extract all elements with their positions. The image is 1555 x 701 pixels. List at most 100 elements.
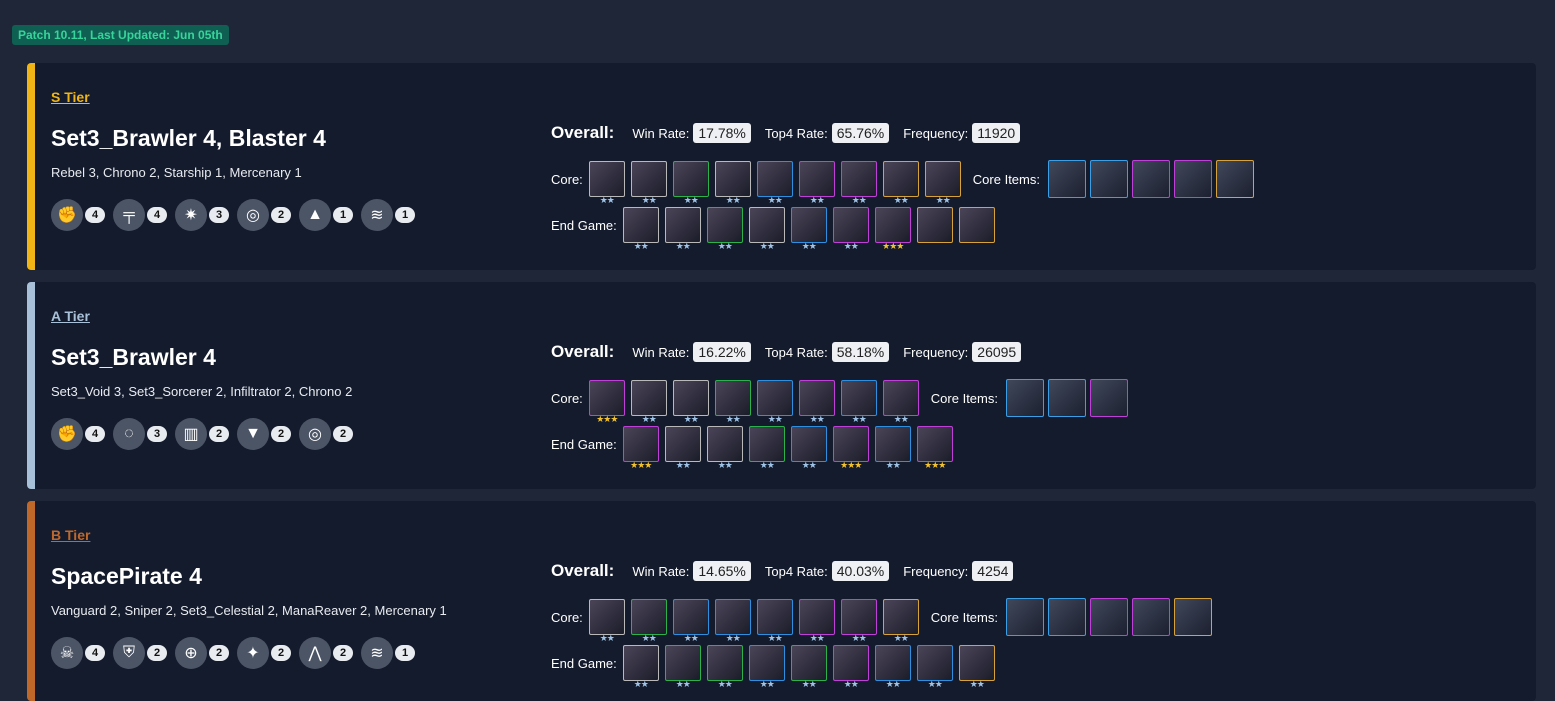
champion-portrait[interactable]: ★★ (790, 645, 827, 689)
champion-portrait[interactable]: ★★ (630, 161, 667, 205)
trait-badge[interactable]: ⛨ 2 (113, 637, 167, 669)
tier-link[interactable]: A Tier (51, 308, 90, 324)
champion-portrait[interactable]: ★★ (672, 380, 709, 424)
champion-portrait[interactable]: ★★★ (588, 380, 625, 424)
core-item-portrait[interactable] (1215, 160, 1254, 198)
core-label: Core: (551, 390, 583, 406)
core-item-portrait[interactable] (1173, 598, 1212, 636)
star-rating: ★★ (801, 679, 817, 689)
champion-portrait[interactable]: ★★ (630, 599, 667, 643)
champion-portrait[interactable]: ★★★ (916, 426, 953, 470)
champion-portrait[interactable]: ★★ (840, 380, 877, 424)
champion-portrait[interactable]: ★★ (882, 380, 919, 424)
trait-badge[interactable]: ▼ 2 (237, 418, 291, 450)
trait-badge[interactable]: ⋀ 2 (299, 637, 353, 669)
champion-portrait[interactable]: ★★ (756, 599, 793, 643)
core-item-portrait[interactable] (1173, 160, 1212, 198)
star-rating: ★★ (767, 195, 783, 205)
champion-portrait[interactable]: ★★ (840, 161, 877, 205)
champion-portrait[interactable]: ★★ (832, 207, 869, 251)
star-rating: ★★ (893, 195, 909, 205)
champion-portrait[interactable]: ★★ (714, 599, 751, 643)
champion-portrait[interactable] (916, 207, 953, 243)
trait-badge[interactable]: ◎ 2 (299, 418, 353, 450)
champion-portrait[interactable]: ★★ (706, 426, 743, 470)
champion-portrait[interactable]: ★★ (874, 426, 911, 470)
star-rating: ★★ (809, 414, 825, 424)
champion-portrait[interactable]: ★★ (756, 161, 793, 205)
tier-link[interactable]: B Tier (51, 527, 90, 543)
champion-portrait[interactable]: ★★ (706, 645, 743, 689)
champion-portrait[interactable]: ★★ (622, 645, 659, 689)
champion-portrait[interactable] (958, 207, 995, 243)
trait-badge[interactable]: ✷ 3 (175, 199, 229, 231)
trait-badge[interactable]: ≋ 1 (361, 637, 415, 669)
trait-badge[interactable]: ◎ 2 (237, 199, 291, 231)
trait-badge[interactable]: ╤ 4 (113, 199, 167, 231)
champion-portrait[interactable]: ★★ (840, 599, 877, 643)
trait-badge[interactable]: ▲ 1 (299, 199, 353, 231)
trait-badge[interactable]: ✊ 4 (51, 418, 105, 450)
champion-portrait[interactable]: ★★ (924, 161, 961, 205)
core-item-portrait[interactable] (1089, 598, 1128, 636)
champion-portrait[interactable]: ★★ (664, 426, 701, 470)
trait-badge[interactable]: ☠ 4 (51, 637, 105, 669)
core-item-portrait[interactable] (1047, 160, 1086, 198)
core-item-portrait[interactable] (1089, 379, 1128, 417)
trait-badge[interactable]: ▥ 2 (175, 418, 229, 450)
core-item-portrait[interactable] (1005, 379, 1044, 417)
core-items-label: Core Items: (972, 171, 1040, 187)
star-rating: ★★ (641, 414, 657, 424)
champion-portrait[interactable]: ★★ (622, 207, 659, 251)
champion-portrait[interactable]: ★★ (832, 645, 869, 689)
core-units-row: Core: ★★★ ★★ ★★ ★★ ★★ ★★ ★★ ★★ Core Items: (551, 379, 1132, 424)
rebel-icon: ✷ (175, 199, 207, 231)
champion-portrait[interactable]: ★★ (748, 645, 785, 689)
tier-link[interactable]: S Tier (51, 89, 90, 105)
star-rating: ★★ (725, 633, 741, 643)
trait-summary: Vanguard 2, Sniper 2, Set3_Celestial 2, … (51, 603, 447, 618)
champion-portrait[interactable]: ★★ (706, 207, 743, 251)
core-item-portrait[interactable] (1089, 160, 1128, 198)
trait-badge[interactable]: ⊕ 2 (175, 637, 229, 669)
frequency-label: Frequency: (903, 563, 969, 579)
champion-portrait[interactable]: ★★ (748, 207, 785, 251)
champion-portrait[interactable]: ★★ (882, 161, 919, 205)
champion-portrait[interactable]: ★★ (916, 645, 953, 689)
champion-portrait[interactable]: ★★ (790, 426, 827, 470)
champion-portrait[interactable]: ★★★ (874, 207, 911, 251)
champion-portrait[interactable]: ★★ (882, 599, 919, 643)
core-item-portrait[interactable] (1131, 160, 1170, 198)
tier-card: S Tier Set3_Brawler 4, Blaster 4 Rebel 3, … (27, 63, 1536, 270)
champion-portrait[interactable]: ★★ (714, 161, 751, 205)
champion-portrait[interactable]: ★★ (588, 161, 625, 205)
champion-portrait[interactable]: ★★★ (832, 426, 869, 470)
helmet-icon: ⛨ (113, 637, 145, 669)
trait-count: 3 (147, 426, 167, 442)
champion-portrait[interactable]: ★★ (958, 645, 995, 689)
trait-badge[interactable]: ≋ 1 (361, 199, 415, 231)
champion-portrait[interactable]: ★★ (790, 207, 827, 251)
trait-badge[interactable]: ✦ 2 (237, 637, 291, 669)
champion-portrait[interactable]: ★★ (672, 599, 709, 643)
core-item-portrait[interactable] (1005, 598, 1044, 636)
champion-portrait[interactable]: ★★★ (622, 426, 659, 470)
core-item-portrait[interactable] (1047, 598, 1086, 636)
champion-portrait[interactable]: ★★ (798, 599, 835, 643)
trait-badge[interactable]: ✊ 4 (51, 199, 105, 231)
core-item-portrait[interactable] (1131, 598, 1170, 636)
champion-portrait[interactable]: ★★ (748, 426, 785, 470)
champion-portrait[interactable]: ★★ (756, 380, 793, 424)
champion-portrait[interactable]: ★★ (588, 599, 625, 643)
champion-portrait[interactable]: ★★ (672, 161, 709, 205)
champion-portrait[interactable]: ★★ (664, 645, 701, 689)
champion-portrait[interactable]: ★★ (664, 207, 701, 251)
comp-name: Set3_Brawler 4 (51, 344, 216, 370)
champion-portrait[interactable]: ★★ (798, 380, 835, 424)
champion-portrait[interactable]: ★★ (798, 161, 835, 205)
champion-portrait[interactable]: ★★ (630, 380, 667, 424)
core-item-portrait[interactable] (1047, 379, 1086, 417)
champion-portrait[interactable]: ★★ (874, 645, 911, 689)
champion-portrait[interactable]: ★★ (714, 380, 751, 424)
trait-badge[interactable]: ◌ 3 (113, 418, 167, 450)
